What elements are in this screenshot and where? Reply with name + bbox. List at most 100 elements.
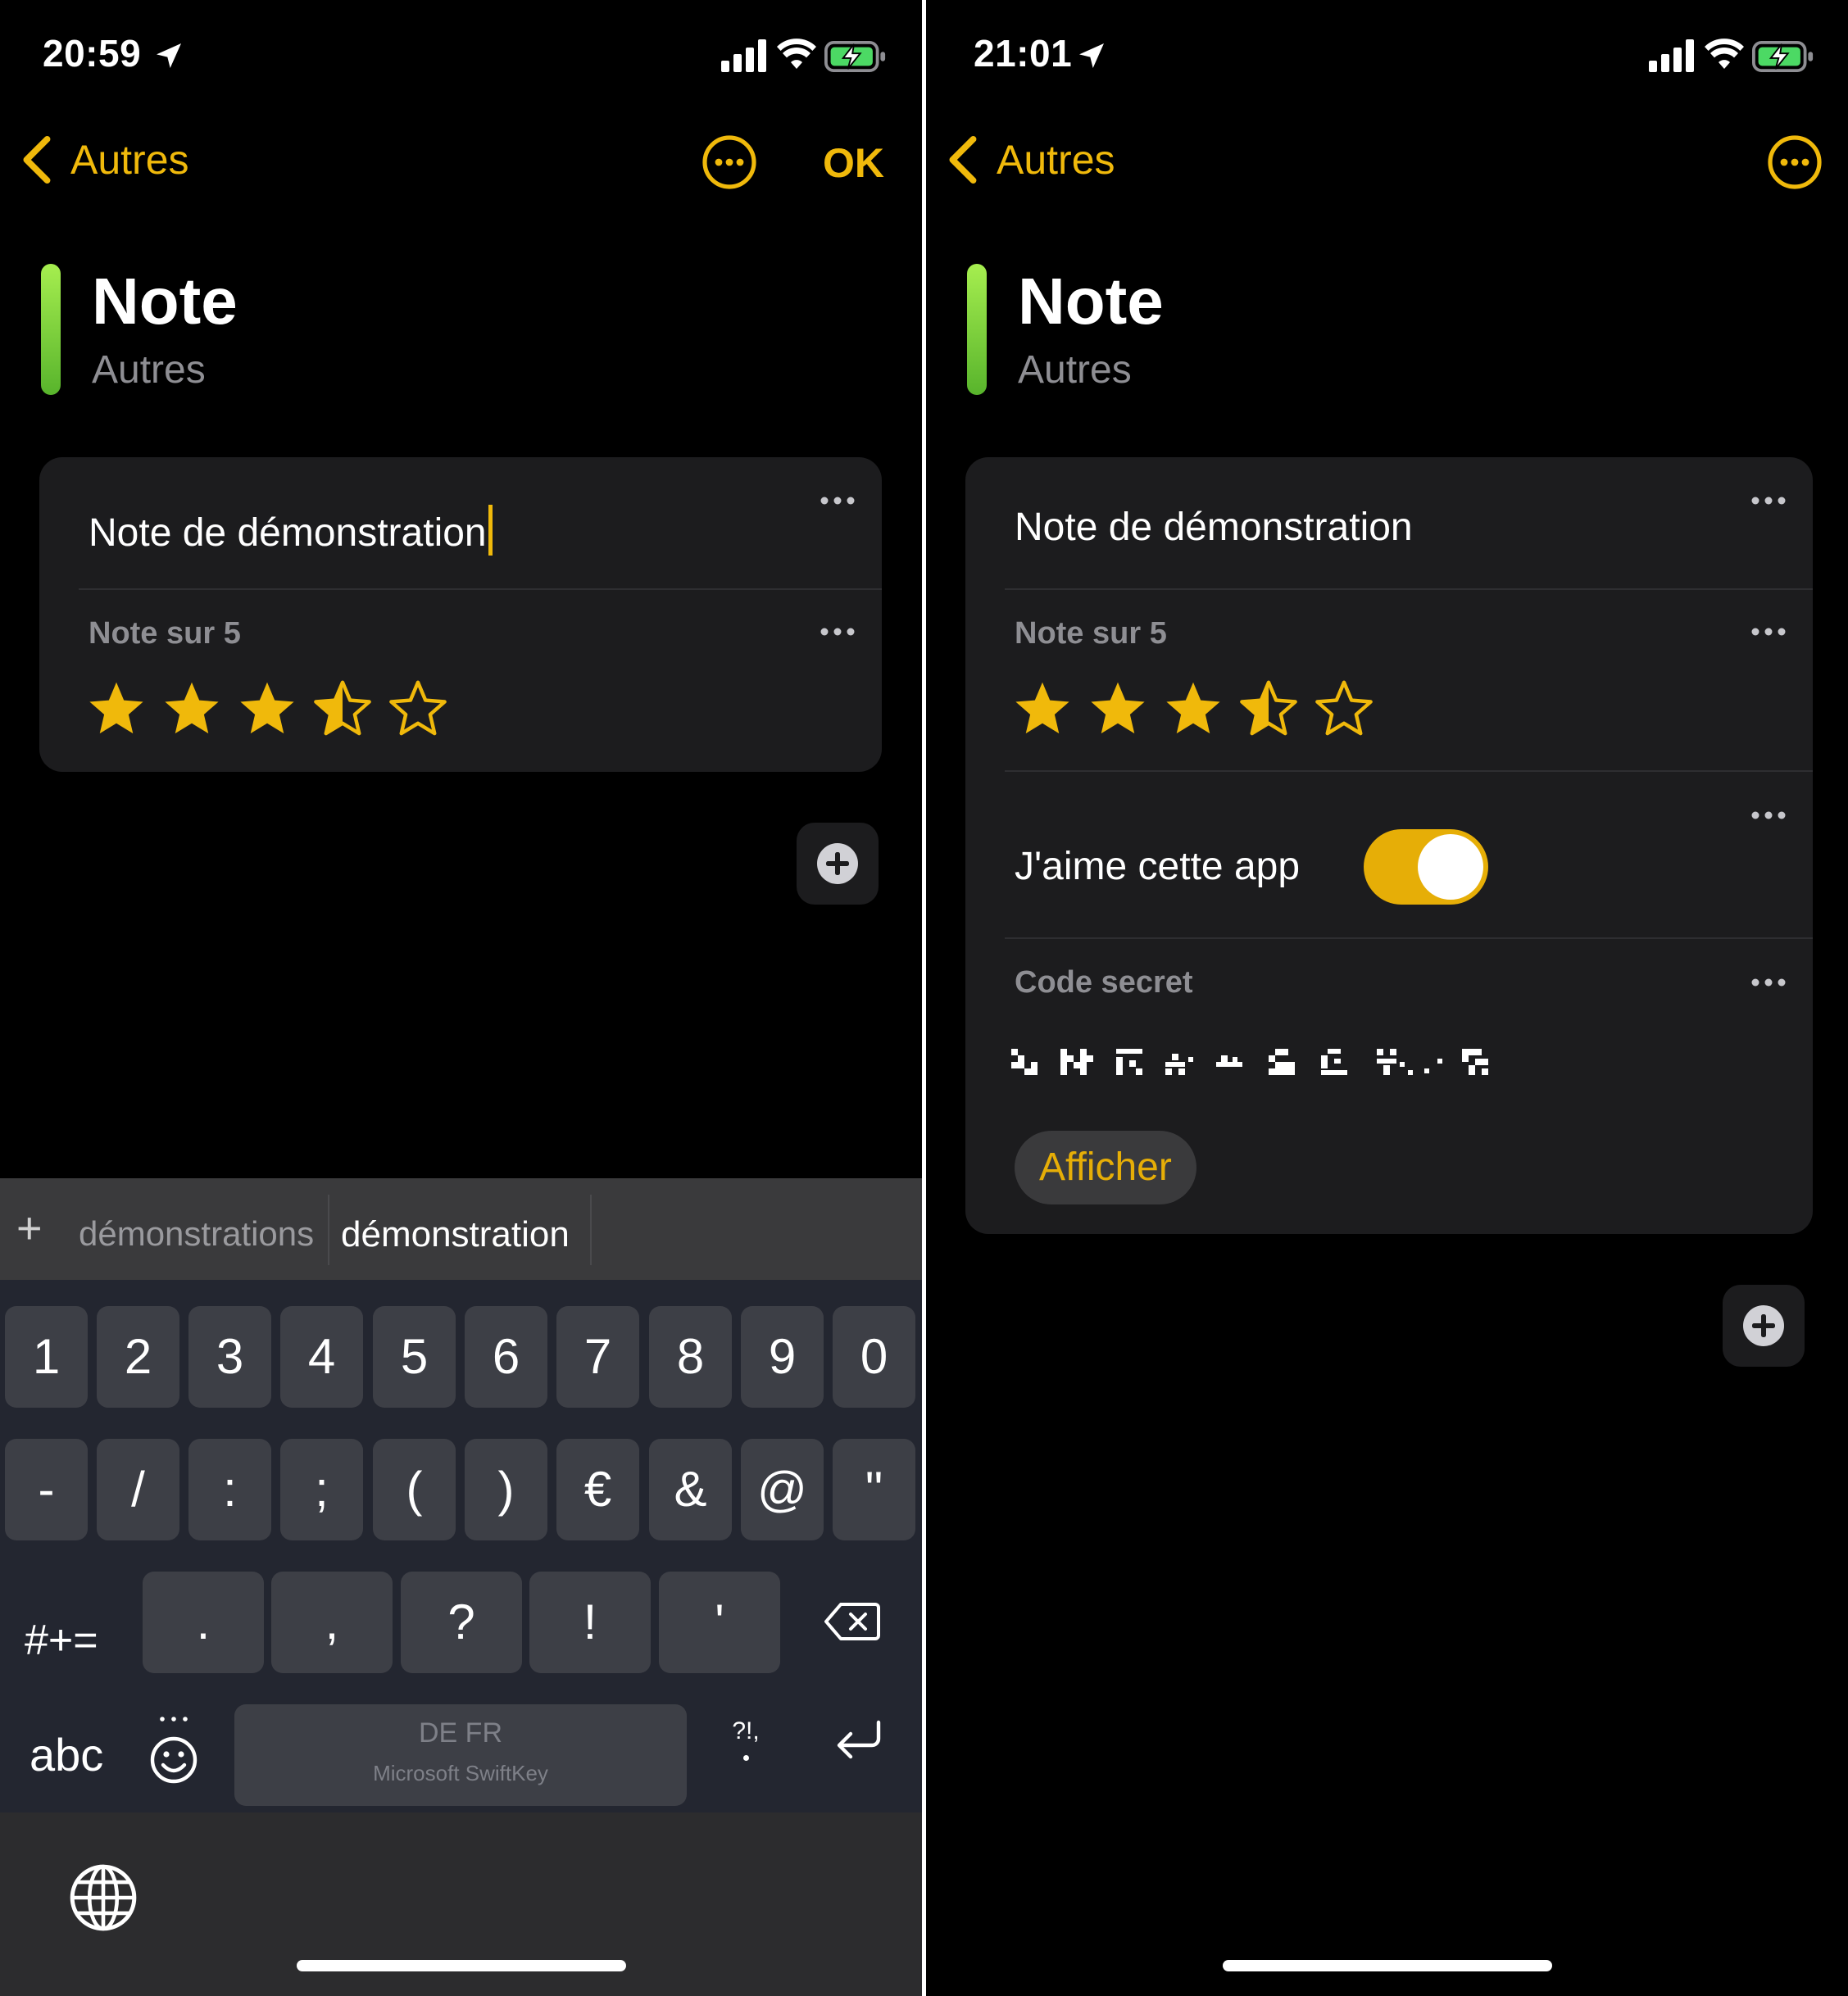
rating-label: Note sur 5 [1015, 616, 1167, 651]
return-icon[interactable] [834, 1719, 883, 1765]
key-abc[interactable]: abc [30, 1722, 128, 1788]
key-0[interactable]: 0 [833, 1306, 915, 1408]
status-bar: 21:01 [926, 0, 1848, 107]
key-question[interactable]: ? [401, 1572, 522, 1673]
more-dots-icon[interactable] [1750, 810, 1787, 821]
key-2[interactable]: 2 [97, 1306, 179, 1408]
secret-code-label: Code secret [1015, 965, 1193, 1000]
key-euro[interactable]: € [556, 1439, 639, 1540]
more-dots-icon[interactable] [820, 495, 856, 506]
plus-circle-icon [1742, 1304, 1785, 1347]
toggle-label: J'aime cette app [1015, 845, 1301, 888]
obscured-secret-code [1011, 1049, 1488, 1075]
note-card: Note de démonstration Note sur 5 [39, 457, 882, 772]
rating-label: Note sur 5 [89, 616, 241, 651]
note-card: Note de démonstration Note sur 5 J'aime … [965, 457, 1813, 1234]
emoji-icon[interactable] [148, 1714, 200, 1788]
key-5[interactable]: 5 [373, 1306, 456, 1408]
plus-circle-icon [816, 842, 859, 885]
note-title-text: Note de démonstration [1015, 506, 1413, 549]
location-arrow-icon [1075, 39, 1108, 72]
key-at[interactable]: @ [741, 1439, 824, 1540]
status-time: 20:59 [43, 32, 142, 75]
more-dots-icon[interactable] [1750, 495, 1787, 506]
more-circle-icon[interactable] [1767, 134, 1823, 190]
back-button[interactable]: Autres [20, 131, 189, 188]
star-rating[interactable] [85, 678, 462, 741]
backspace-icon[interactable] [824, 1601, 880, 1642]
key-symbols-mode[interactable]: #+= [25, 1599, 131, 1681]
signal-icon [721, 39, 767, 72]
left-screen: 20:59 Autres OK Note Autres Note de démo… [0, 0, 922, 1996]
note-title-text: Note de démonstration [89, 511, 487, 555]
chevron-left-icon [20, 134, 52, 185]
right-screen: 21:01 Autres Note Autres Note de démonst… [926, 0, 1848, 1996]
keyboard-bottom-bar [0, 1812, 922, 1996]
more-dots-icon[interactable] [1750, 977, 1787, 988]
globe-icon[interactable] [69, 1863, 138, 1932]
home-indicator[interactable] [1223, 1960, 1552, 1971]
suggestion-2[interactable]: démonstration [341, 1214, 570, 1255]
star-half-icon[interactable] [311, 678, 374, 741]
key-7[interactable]: 7 [556, 1306, 639, 1408]
key-semicolon[interactable]: ; [280, 1439, 363, 1540]
star-icon[interactable] [236, 678, 298, 741]
page-title: Note [1018, 265, 1164, 338]
more-dots-icon[interactable] [1750, 626, 1787, 637]
space-bar[interactable]: DE FR Microsoft SwiftKey [234, 1704, 687, 1806]
category-color-bar [41, 264, 61, 395]
key-1[interactable]: 1 [5, 1306, 88, 1408]
star-rating[interactable] [1011, 678, 1388, 741]
key-9[interactable]: 9 [741, 1306, 824, 1408]
key-8[interactable]: 8 [649, 1306, 732, 1408]
back-label: Autres [70, 137, 189, 183]
show-button[interactable]: Afficher [1015, 1131, 1196, 1204]
ok-button[interactable]: OK [823, 139, 884, 187]
key-colon[interactable]: : [188, 1439, 271, 1540]
more-dots-icon[interactable] [820, 626, 856, 637]
key-punctuation-dot [742, 1755, 749, 1761]
category-color-bar [967, 264, 987, 395]
star-icon[interactable] [1087, 678, 1149, 741]
star-icon[interactable] [1162, 678, 1224, 741]
more-circle-icon[interactable] [702, 134, 757, 190]
home-indicator[interactable] [297, 1960, 626, 1971]
key-slash[interactable]: / [97, 1439, 179, 1540]
key-6[interactable]: 6 [465, 1306, 547, 1408]
key-4[interactable]: 4 [280, 1306, 363, 1408]
key-dash[interactable]: - [5, 1439, 88, 1540]
suggestion-bar: + démonstrations démonstration [0, 1178, 922, 1280]
key-exclamation[interactable]: ! [529, 1572, 651, 1673]
back-button[interactable]: Autres [946, 131, 1115, 188]
star-empty-icon[interactable] [387, 678, 449, 741]
star-icon[interactable] [1011, 678, 1074, 741]
key-punctuation-label: ?!, [732, 1717, 760, 1744]
key-open-paren[interactable]: ( [373, 1439, 456, 1540]
star-icon[interactable] [161, 678, 223, 741]
location-arrow-icon [152, 39, 185, 72]
note-title-field[interactable]: Note de démonstration [89, 505, 493, 556]
key-punctuation[interactable]: ?!, [721, 1717, 770, 1761]
add-field-button[interactable] [1723, 1285, 1805, 1367]
key-period[interactable]: . [143, 1572, 264, 1673]
key-ampersand[interactable]: & [649, 1439, 732, 1540]
key-quote[interactable]: " [833, 1439, 915, 1540]
page-subtitle: Autres [92, 348, 206, 392]
suggestion-plus-button[interactable]: + [16, 1203, 43, 1254]
text-caret [488, 505, 493, 556]
space-languages: DE FR [419, 1717, 502, 1749]
suggestion-1[interactable]: démonstrations [79, 1214, 314, 1254]
status-time: 21:01 [974, 32, 1073, 75]
like-toggle[interactable] [1364, 829, 1488, 905]
key-apostrophe[interactable]: ' [659, 1572, 780, 1673]
key-3[interactable]: 3 [188, 1306, 271, 1408]
star-half-icon[interactable] [1237, 678, 1300, 741]
divider [590, 1195, 592, 1265]
key-close-paren[interactable]: ) [465, 1439, 547, 1540]
key-comma[interactable]: , [271, 1572, 393, 1673]
divider [1005, 588, 1813, 590]
star-empty-icon[interactable] [1313, 678, 1375, 741]
add-field-button[interactable] [797, 823, 879, 905]
divider [328, 1195, 329, 1265]
star-icon[interactable] [85, 678, 148, 741]
